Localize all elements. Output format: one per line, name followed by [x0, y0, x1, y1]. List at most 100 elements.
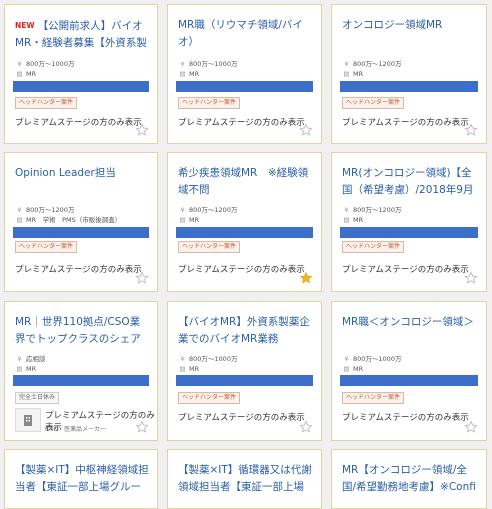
headhunter-tag: ヘッドハンター案件	[342, 392, 405, 404]
yen-icon: ¥	[344, 355, 349, 363]
briefcase-icon: ▤	[16, 216, 23, 224]
redacted-company-bar	[176, 81, 313, 92]
headhunter-tag: ヘッドハンター案件	[15, 97, 78, 109]
job-title-link[interactable]: NEW【公開前求人】バイオMR・経験者募集【外資系製薬企業・...	[15, 17, 149, 53]
job-type-row: ▤ MR	[15, 364, 149, 374]
star-icon[interactable]	[464, 123, 478, 137]
briefcase-icon: ▤	[16, 70, 23, 78]
star-icon[interactable]	[135, 420, 149, 434]
salary-row: ¥800万〜1000万	[178, 59, 313, 69]
job-card[interactable]: 【バイオMR】外資系製薬企業でのバイオMR業務 ¥800万〜1000万 ▤ MR …	[167, 301, 322, 441]
redacted-company-bar	[13, 227, 149, 238]
briefcase-icon: ▤	[16, 365, 23, 373]
job-card[interactable]: MR職（リウマチ領域/バイオ） ¥800万〜1000万 ▤ MR ヘッドハンター案…	[167, 4, 322, 144]
headhunter-tag: ヘッドハンター案件	[342, 241, 405, 253]
salary-text: 800万〜1200万	[189, 206, 238, 214]
job-title-link[interactable]: MR(オンコロジー領域)【全国（希望考慮）/2018年9月入社】	[342, 165, 478, 201]
salary-text: 800万〜1200万	[26, 206, 75, 214]
star-icon[interactable]	[135, 123, 149, 137]
job-type-text: MR	[189, 70, 200, 78]
job-title-link[interactable]: オンコロジー領域MR	[342, 17, 478, 53]
job-type-row: ▤ MR	[178, 215, 313, 225]
premium-only-text: プレミアムステージの方のみ表示	[15, 118, 142, 128]
job-title-link[interactable]: 【バイオMR】外資系製薬企業でのバイオMR業務	[178, 314, 313, 350]
job-type-text: MR	[26, 365, 37, 373]
star-icon[interactable]	[299, 123, 313, 137]
salary-text: 800万〜1200万	[353, 206, 402, 214]
job-card[interactable]: MR(オンコロジー領域)【全国（希望考慮）/2018年9月入社】 ¥800万〜1…	[331, 152, 487, 292]
job-title-link[interactable]: MR職＜オンコロジー領域＞	[342, 314, 478, 350]
salary-row: ¥800万〜1200万	[342, 205, 478, 215]
salary-row: ¥800万〜1200万	[15, 205, 149, 215]
job-type-row: ▤ MR	[342, 69, 478, 79]
yen-icon: ¥	[17, 60, 22, 68]
new-badge: NEW	[15, 21, 35, 30]
job-type-text: MR	[189, 365, 200, 373]
briefcase-icon: ▤	[343, 365, 350, 373]
job-card[interactable]: MR【オンコロジー領域/全国/希望勤務地考慮】※Confidential	[331, 449, 487, 509]
yen-icon: ¥	[17, 206, 22, 214]
star-icon[interactable]	[464, 420, 478, 434]
job-card[interactable]: オンコロジー領域MR ¥800万〜1200万 ▤ MR ヘッドハンター案件 プレミ…	[331, 4, 487, 144]
redacted-company-bar	[13, 81, 149, 92]
headhunter-tag: ヘッドハンター案件	[178, 97, 241, 109]
salary-row: ¥800万〜1000万	[178, 354, 313, 364]
job-title-link[interactable]: Opinion Leader担当	[15, 165, 149, 201]
job-card[interactable]: 【製薬×IT】中枢神経領域担当者【東証一部上場グループ会社】	[4, 449, 158, 509]
company-category: CRO 医薬品メーカー	[45, 426, 107, 433]
job-card[interactable]: NEW【公開前求人】バイオMR・経験者募集【外資系製薬企業・... ¥800万〜…	[4, 4, 158, 144]
salary-row: ¥800万〜1200万	[178, 205, 313, 215]
salary-row: ¥800万〜1200万	[342, 59, 478, 69]
briefcase-icon: ▤	[179, 365, 186, 373]
job-type-row: ▤ MR	[342, 215, 478, 225]
job-type-row: ▤ MR	[178, 69, 313, 79]
yen-icon: ¥	[180, 60, 185, 68]
job-type-text: MR	[353, 216, 364, 224]
job-card[interactable]: 【製薬×IT】循環器又は代謝領域担当者【東証一部上場グルー...	[167, 449, 322, 509]
headhunter-tag: ヘッドハンター案件	[178, 392, 241, 404]
premium-only-text: プレミアムステージの方のみ表示	[342, 413, 469, 423]
job-card-grid: NEW【公開前求人】バイオMR・経験者募集【外資系製薬企業・... ¥800万〜…	[0, 0, 492, 509]
job-title-link[interactable]: MR｜世界110拠点/CSO業界でトップクラスのシェアを誇る...	[15, 314, 149, 350]
salary-text: 応相談	[26, 355, 46, 363]
redacted-company-bar	[13, 375, 149, 386]
premium-only-text: プレミアムステージの方のみ表示	[342, 118, 469, 128]
premium-only-text: プレミアムステージの方のみ表示	[178, 265, 305, 275]
salary-text: 800万〜1200万	[353, 60, 402, 68]
yen-icon: ¥	[344, 206, 349, 214]
job-type-text: MR	[189, 216, 200, 224]
redacted-company-bar	[176, 375, 313, 386]
briefcase-icon: ▤	[343, 70, 350, 78]
salary-text: 800万〜1000万	[189, 355, 238, 363]
company-logo	[15, 408, 41, 432]
job-card[interactable]: MR職＜オンコロジー領域＞ ¥800万〜1000万 ▤ MR ヘッドハンター案件 …	[331, 301, 487, 441]
briefcase-icon: ▤	[179, 70, 186, 78]
star-icon[interactable]	[299, 271, 313, 285]
job-title-link[interactable]: 希少疾患領域MR ※経験領域不問	[178, 165, 313, 201]
job-card[interactable]: 希少疾患領域MR ※経験領域不問 ¥800万〜1200万 ▤ MR ヘッドハンター…	[167, 152, 322, 292]
yen-icon: ¥	[344, 60, 349, 68]
job-card[interactable]: Opinion Leader担当 ¥800万〜1200万 ▤ MR 学術 PMS（…	[4, 152, 158, 292]
premium-only-text: プレミアムステージの方のみ表示	[342, 265, 469, 275]
benefit-tag: 完全土日休み	[15, 392, 60, 404]
job-type-text: MR	[26, 70, 37, 78]
job-title-link[interactable]: MR職（リウマチ領域/バイオ）	[178, 17, 313, 53]
briefcase-icon: ▤	[343, 216, 350, 224]
redacted-company-bar	[340, 375, 478, 386]
headhunter-tag: ヘッドハンター案件	[15, 241, 78, 253]
redacted-company-bar	[340, 227, 478, 238]
redacted-company-bar	[340, 81, 478, 92]
yen-icon: ¥	[180, 206, 185, 214]
headhunter-tag: ヘッドハンター案件	[342, 97, 405, 109]
salary-row: ¥800万〜1000万	[15, 59, 149, 69]
job-card[interactable]: MR｜世界110拠点/CSO業界でトップクラスのシェアを誇る... ¥ 応相談 ▤…	[4, 301, 158, 441]
star-icon[interactable]	[464, 271, 478, 285]
job-type-row: ▤ MR	[342, 364, 478, 374]
yen-icon: ¥	[180, 355, 185, 363]
job-type-text: MR	[353, 365, 364, 373]
star-icon[interactable]	[299, 420, 313, 434]
star-icon[interactable]	[135, 271, 149, 285]
salary-row: ¥800万〜1000万	[342, 354, 478, 364]
job-type-row: ▤ MR 学術 PMS（市販後調査）	[15, 215, 149, 225]
yen-icon: ¥	[17, 355, 22, 363]
